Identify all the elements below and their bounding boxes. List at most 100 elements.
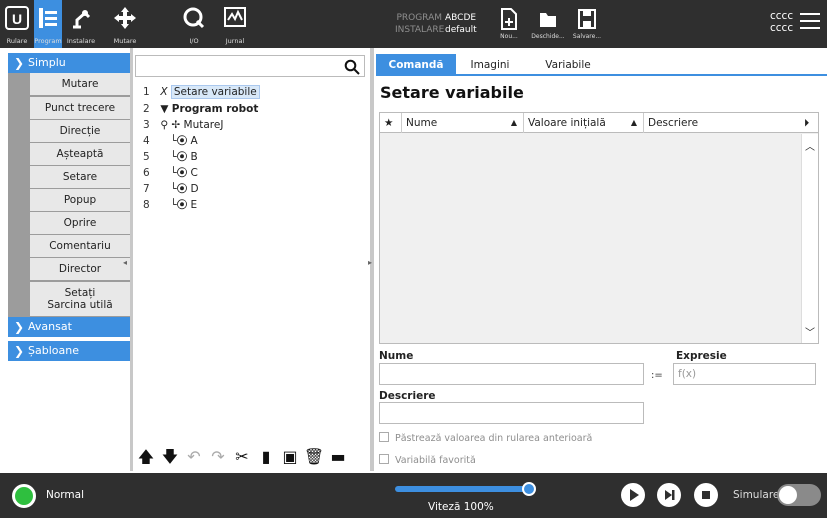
tab-io-label: I/O — [189, 37, 199, 45]
tree-node-8[interactable]: 8 └⦿ E — [143, 197, 197, 213]
footer-bar: Normal Viteză 100% Simulare — [0, 473, 827, 518]
undo-icon[interactable]: ↶ — [182, 446, 206, 468]
speed-label: Viteză 100% — [428, 501, 494, 513]
tree-toolbar: 🡅 🡇 ↶ ↷ ✂ ▮ ▣ 🗑 ▬ — [134, 446, 366, 470]
tree-node-1[interactable]: 1 X Setare variabile — [143, 84, 260, 100]
chevron-right-icon: ❯ — [14, 320, 25, 334]
line-number: 7 — [143, 183, 150, 195]
cut-icon[interactable]: ✂ — [230, 446, 254, 468]
suppress-icon[interactable]: ▬ — [326, 446, 350, 468]
name-column-header[interactable]: Nume ▲ — [402, 113, 524, 133]
move-up-icon[interactable]: 🡅 — [134, 446, 158, 468]
save-button[interactable]: Salvare... — [570, 2, 604, 46]
variable-x-icon: X — [160, 86, 168, 98]
stop-button[interactable] — [694, 483, 718, 507]
open-folder-icon — [540, 13, 556, 27]
node-item[interactable]: Director — [30, 258, 130, 280]
status-indicator-icon[interactable] — [12, 484, 36, 508]
favorite-checkbox[interactable]: Variabilă favorită — [379, 454, 476, 466]
node-item[interactable]: Popup — [30, 189, 130, 211]
tree-node-label: B — [190, 151, 198, 163]
tab-install-label: Instalare — [66, 37, 96, 45]
move-down-icon[interactable]: 🡇 — [158, 446, 182, 468]
expand-triangle-icon[interactable]: ▼ — [160, 103, 168, 115]
tree-node-label: MutareJ — [183, 119, 224, 131]
assign-operator: := — [651, 370, 663, 381]
run-logo-icon: U — [5, 6, 29, 30]
node-item[interactable]: Mutare — [30, 73, 130, 95]
chevron-down-icon[interactable]: ﹀ — [805, 324, 815, 339]
program-icon — [39, 8, 57, 28]
node-item[interactable]: Comentariu — [30, 235, 130, 257]
delete-icon[interactable]: 🗑 — [302, 446, 326, 468]
favorite-column-header[interactable]: ★ — [380, 113, 402, 133]
io-icon — [183, 7, 205, 29]
play-button[interactable] — [621, 483, 645, 507]
category-simplu[interactable]: ❯ Simplu — [8, 53, 130, 73]
node-item[interactable]: Direcție — [30, 120, 130, 142]
initial-value-column-header[interactable]: Valoare inițială ▲ — [524, 113, 644, 133]
status-text: Normal — [46, 489, 84, 501]
tab-move[interactable]: Mutare — [108, 0, 142, 48]
robot-arm-icon — [73, 10, 91, 29]
node-item[interactable]: Așteaptă — [30, 143, 130, 165]
tab-command[interactable]: Comandă — [376, 54, 456, 76]
keep-value-checkbox[interactable]: Păstrează valoarea din rularea anterioar… — [379, 432, 592, 444]
tab-log[interactable]: Jurnal — [220, 0, 250, 48]
tab-install[interactable]: Instalare — [64, 0, 98, 48]
tree-node-4[interactable]: 4 └⦿ A — [143, 133, 198, 149]
copy-icon[interactable]: ▮ — [254, 446, 278, 468]
description-column-header[interactable]: Descriere — [644, 113, 800, 133]
tree-node-label: C — [190, 167, 198, 179]
new-file-button[interactable]: Nou... — [494, 2, 524, 46]
tab-run-label: Rulare — [6, 37, 28, 45]
node-item[interactable]: Setare — [30, 166, 130, 188]
play-icon — [630, 489, 639, 501]
checkbox-box — [379, 454, 389, 464]
tree-node-3[interactable]: 3 ⚲ ✢ MutareJ — [143, 117, 223, 133]
collapse-right-icon[interactable]: ▸ — [368, 258, 376, 268]
waypoint-icon: ⦿ — [176, 151, 188, 163]
open-label: Deschide... — [531, 33, 565, 40]
expand-columns-icon[interactable]: ⏵ — [800, 113, 818, 133]
command-tabs: Comandă Imagini Variabile — [376, 54, 827, 76]
step-button[interactable] — [657, 483, 681, 507]
tree-node-6[interactable]: 6 └⦿ C — [143, 165, 198, 181]
speed-slider-handle[interactable] — [522, 482, 536, 496]
node-item[interactable]: Oprire — [30, 212, 130, 234]
tab-program[interactable]: Program — [34, 0, 62, 48]
expression-field[interactable]: f(x) — [673, 363, 816, 385]
tab-io[interactable]: I/O — [180, 0, 208, 48]
speed-slider[interactable] — [395, 486, 530, 492]
name-label: Nume — [379, 350, 414, 362]
tree-node-7[interactable]: 7 └⦿ D — [143, 181, 199, 197]
node-item[interactable]: Punct trecere — [30, 97, 130, 119]
line-number: 6 — [143, 167, 150, 179]
paste-icon[interactable]: ▣ — [278, 446, 302, 468]
chevron-up-icon[interactable]: ︿ — [805, 138, 815, 153]
tree-node-2[interactable]: 2 ▼ Program robot — [143, 101, 258, 117]
tree-node-5[interactable]: 5 └⦿ B — [143, 149, 198, 165]
redo-icon[interactable]: ↷ — [206, 446, 230, 468]
description-label: Descriere — [379, 390, 436, 402]
step-icon — [665, 490, 675, 500]
simulation-toggle[interactable] — [777, 484, 821, 506]
search-input[interactable] — [135, 55, 365, 77]
line-number: 2 — [143, 103, 150, 115]
category-avansat[interactable]: ❯ Avansat — [8, 317, 130, 337]
tab-variables[interactable]: Variabile — [532, 54, 604, 76]
hamburger-menu-icon[interactable] — [800, 13, 820, 33]
user-line-1: cccc — [770, 10, 794, 22]
category-sabloane-label: Șabloane — [28, 344, 79, 357]
tab-run[interactable]: U Rulare — [2, 0, 32, 48]
description-field[interactable] — [379, 402, 644, 424]
table-scrollbar[interactable]: ︿ ﹀ — [801, 134, 818, 343]
open-button[interactable]: Deschide... — [528, 2, 568, 46]
tab-images[interactable]: Imagini — [460, 54, 520, 76]
save-label: Salvare... — [572, 33, 602, 40]
name-field[interactable] — [379, 363, 644, 385]
line-number: 3 — [143, 119, 150, 131]
collapse-left-icon[interactable]: ◂ — [123, 258, 131, 268]
node-item-set-payload[interactable]: Setați Sarcina utilă — [30, 282, 130, 316]
category-sabloane[interactable]: ❯ Șabloane — [8, 341, 130, 361]
